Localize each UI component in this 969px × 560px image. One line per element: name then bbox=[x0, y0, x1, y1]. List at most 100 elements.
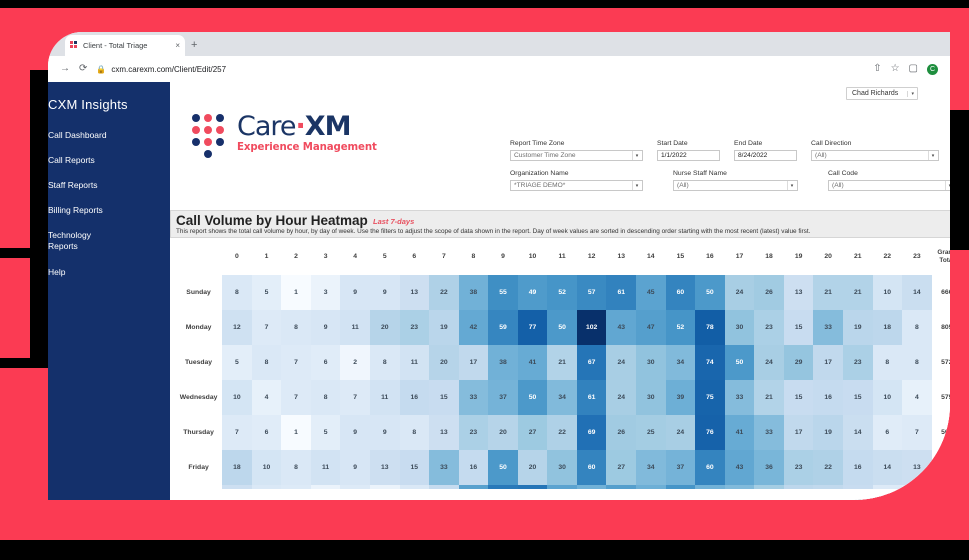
heatmap-cell[interactable]: 30 bbox=[724, 310, 755, 345]
heatmap-cell[interactable]: 16 bbox=[842, 450, 873, 485]
heatmap-cell[interactable]: 19 bbox=[429, 310, 459, 345]
heatmap-cell[interactable]: 8 bbox=[902, 310, 932, 345]
heatmap-cell[interactable]: 18 bbox=[872, 310, 903, 345]
heatmap-cell[interactable]: 5 bbox=[310, 415, 341, 450]
address-bar[interactable]: 🔒 cxm.carexm.com/Client/Edit/257 bbox=[96, 61, 864, 78]
heatmap-cell[interactable]: 5 bbox=[222, 345, 252, 380]
heatmap-cell[interactable]: 22 bbox=[429, 275, 459, 310]
heatmap-cell[interactable]: 34 bbox=[665, 345, 696, 380]
heatmap-cell[interactable]: 60 bbox=[665, 275, 696, 310]
heatmap-cell[interactable]: 22 bbox=[813, 450, 843, 485]
sidebar-item-help[interactable]: Help bbox=[48, 267, 162, 278]
sidebar-item-call-dashboard[interactable]: Call Dashboard bbox=[48, 130, 162, 141]
heatmap-cell[interactable]: 38 bbox=[458, 275, 489, 310]
heatmap-cell[interactable]: 47 bbox=[636, 310, 666, 345]
heatmap-cell[interactable]: 23 bbox=[783, 450, 814, 485]
heatmap-cell[interactable]: 6 bbox=[251, 415, 282, 450]
heatmap-cell[interactable]: 6 bbox=[310, 345, 341, 380]
heatmap-cell[interactable]: 9 bbox=[340, 415, 370, 450]
heatmap-cell[interactable]: 50 bbox=[547, 310, 577, 345]
heatmap-cell[interactable]: 11 bbox=[340, 310, 370, 345]
heatmap-cell[interactable]: 37 bbox=[665, 450, 696, 485]
heatmap-cell[interactable]: 102 bbox=[576, 310, 607, 345]
heatmap-cell[interactable]: 39 bbox=[665, 380, 696, 415]
heatmap-cell[interactable]: 55 bbox=[488, 275, 518, 310]
heatmap-cell[interactable]: 41 bbox=[517, 345, 548, 380]
heatmap-cell[interactable]: 42 bbox=[458, 310, 489, 345]
heatmap-cell[interactable]: 15 bbox=[429, 380, 459, 415]
heatmap-cell[interactable]: 24 bbox=[606, 345, 636, 380]
heatmap-cell[interactable]: 7 bbox=[222, 415, 252, 450]
heatmap-cell[interactable]: 78 bbox=[695, 310, 725, 345]
heatmap-cell[interactable]: 11 bbox=[310, 450, 341, 485]
heatmap-cell[interactable]: 43 bbox=[606, 310, 636, 345]
heatmap-cell[interactable]: 7 bbox=[281, 380, 311, 415]
heatmap-cell[interactable]: 8 bbox=[251, 345, 282, 380]
heatmap-cell[interactable]: 33 bbox=[724, 380, 755, 415]
heatmap-cell[interactable]: 27 bbox=[606, 450, 636, 485]
heatmap-cell[interactable]: 21 bbox=[813, 275, 843, 310]
heatmap-cell[interactable]: 8 bbox=[222, 275, 252, 310]
heatmap-cell[interactable]: 8 bbox=[399, 415, 430, 450]
heatmap-cell[interactable]: 10 bbox=[872, 380, 903, 415]
call-code-select[interactable]: (All) ▾ bbox=[828, 180, 950, 191]
heatmap-cell[interactable]: 45 bbox=[636, 275, 666, 310]
sidebar-item-billing-reports[interactable]: Billing Reports bbox=[48, 205, 162, 216]
heatmap-cell[interactable]: 74 bbox=[695, 345, 725, 380]
heatmap-cell[interactable]: 11 bbox=[369, 380, 400, 415]
heatmap-cell[interactable]: 14 bbox=[902, 275, 932, 310]
heatmap-cell[interactable]: 76 bbox=[695, 415, 725, 450]
heatmap-cell[interactable]: 23 bbox=[458, 415, 489, 450]
heatmap-cell[interactable]: 1 bbox=[281, 275, 311, 310]
heatmap-cell[interactable]: 21 bbox=[842, 275, 873, 310]
sidebar-item-call-reports[interactable]: Call Reports bbox=[48, 155, 162, 166]
heatmap-cell[interactable]: 50 bbox=[517, 380, 548, 415]
heatmap-cell[interactable]: 2 bbox=[340, 345, 370, 380]
heatmap-cell[interactable]: 9 bbox=[340, 275, 370, 310]
close-icon[interactable]: × bbox=[175, 41, 180, 50]
heatmap-cell[interactable]: 30 bbox=[636, 380, 666, 415]
side-panel-icon[interactable]: ▢ bbox=[909, 64, 918, 74]
organization-name-select[interactable]: *TRIAGE DEMO* ▾ bbox=[510, 180, 643, 191]
heatmap-cell[interactable]: 34 bbox=[547, 380, 577, 415]
nurse-staff-name-select[interactable]: (All) ▾ bbox=[673, 180, 798, 191]
heatmap-cell[interactable]: 19 bbox=[813, 415, 843, 450]
heatmap-cell[interactable]: 67 bbox=[576, 345, 607, 380]
heatmap-cell[interactable]: 12 bbox=[222, 310, 252, 345]
heatmap-cell[interactable]: 19 bbox=[842, 310, 873, 345]
heatmap-cell[interactable]: 17 bbox=[783, 415, 814, 450]
heatmap-cell[interactable]: 1 bbox=[281, 415, 311, 450]
heatmap-cell[interactable]: 50 bbox=[695, 275, 725, 310]
heatmap-cell[interactable]: 36 bbox=[754, 450, 784, 485]
heatmap-cell[interactable]: 7 bbox=[281, 345, 311, 380]
heatmap-cell[interactable]: 15 bbox=[842, 380, 873, 415]
heatmap-cell[interactable]: 23 bbox=[399, 310, 430, 345]
heatmap-cell[interactable]: 8 bbox=[281, 310, 311, 345]
new-tab-icon[interactable]: + bbox=[191, 40, 197, 51]
heatmap-cell[interactable]: 16 bbox=[813, 380, 843, 415]
heatmap-cell[interactable]: 9 bbox=[310, 310, 341, 345]
heatmap-cell[interactable]: 24 bbox=[724, 275, 755, 310]
heatmap-cell[interactable]: 41 bbox=[724, 415, 755, 450]
heatmap-cell[interactable]: 14 bbox=[872, 450, 903, 485]
heatmap-cell[interactable]: 13 bbox=[429, 415, 459, 450]
reload-icon[interactable]: ⟳ bbox=[79, 64, 87, 74]
heatmap-cell[interactable]: 23 bbox=[754, 310, 784, 345]
heatmap-cell[interactable]: 3 bbox=[310, 275, 341, 310]
heatmap-cell[interactable]: 8 bbox=[281, 450, 311, 485]
heatmap-cell[interactable]: 11 bbox=[399, 345, 430, 380]
heatmap-cell[interactable]: 33 bbox=[458, 380, 489, 415]
heatmap-cell[interactable]: 15 bbox=[783, 380, 814, 415]
heatmap-cell[interactable]: 15 bbox=[399, 450, 430, 485]
heatmap-cell[interactable]: 33 bbox=[429, 450, 459, 485]
sidebar-item-technology-reports[interactable]: Technology Reports bbox=[48, 230, 104, 252]
heatmap-cell[interactable]: 7 bbox=[340, 380, 370, 415]
heatmap-cell[interactable]: 61 bbox=[606, 275, 636, 310]
heatmap-cell[interactable]: 8 bbox=[872, 345, 903, 380]
heatmap-cell[interactable]: 6 bbox=[872, 415, 903, 450]
end-date-input[interactable]: 8/24/2022 bbox=[734, 150, 797, 161]
user-menu[interactable]: Chad Richards ▾ bbox=[846, 87, 918, 100]
share-icon[interactable]: ⇧ bbox=[873, 64, 881, 74]
heatmap-cell[interactable]: 27 bbox=[517, 415, 548, 450]
heatmap-cell[interactable]: 25 bbox=[636, 415, 666, 450]
